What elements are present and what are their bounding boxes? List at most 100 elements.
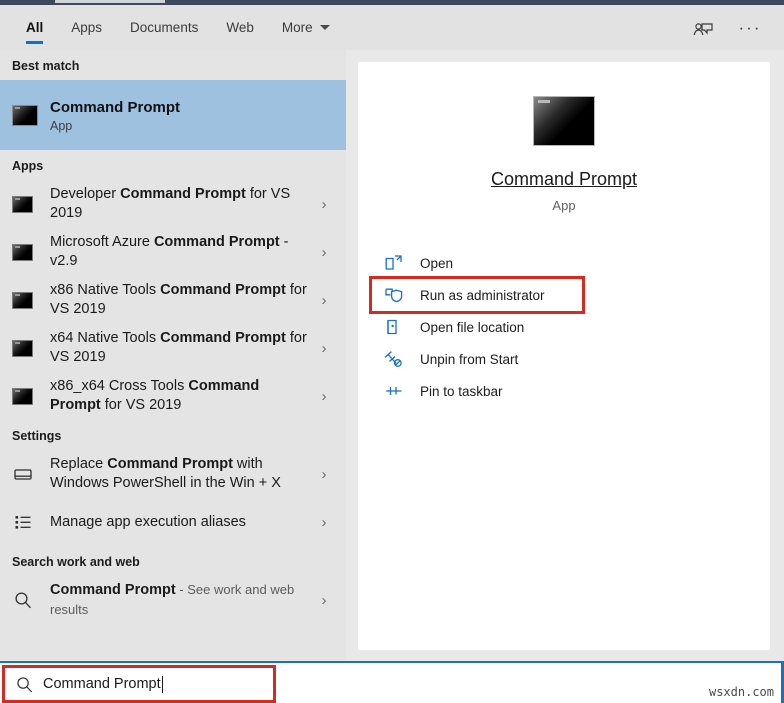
list-settings-icon [12, 511, 34, 533]
app-text-1: Microsoft Azure Command Prompt - v2.9 [44, 233, 310, 271]
shield-admin-icon [384, 286, 404, 304]
command-prompt-large-icon [533, 96, 595, 146]
action-unpin-from-start[interactable]: Unpin from Start [380, 343, 748, 375]
app-icon-wrap-4 [12, 387, 44, 405]
chevron-right-icon[interactable]: › [310, 466, 338, 483]
app-prefix-0: Developer [50, 186, 121, 202]
setting-title-0: Replace Command Prompt with Windows Powe… [50, 455, 310, 493]
command-prompt-icon [12, 104, 38, 126]
action-icon-wrap-unpin [380, 350, 420, 368]
list-item-app-2[interactable]: x86 Native Tools Command Prompt for VS 2… [0, 276, 346, 324]
list-item-app-1[interactable]: Microsoft Azure Command Prompt - v2.9 › [0, 228, 346, 276]
chevron-right-icon[interactable]: › [310, 292, 338, 309]
list-item-web-search[interactable]: Command Prompt - See work and web result… [0, 576, 346, 624]
chevron-right-icon[interactable]: › [310, 196, 338, 213]
app-prefix-2: x86 Native Tools [50, 282, 161, 298]
app-title-3: x64 Native Tools Command Prompt for VS 2… [50, 329, 310, 367]
command-prompt-icon [12, 243, 33, 261]
best-match-title: Command Prompt [50, 98, 181, 116]
section-header-best-match: Best match [12, 59, 80, 73]
text-cursor [161, 675, 163, 693]
chevron-right-icon[interactable]: › [310, 244, 338, 261]
app-suffix-4: for VS 2019 [100, 397, 182, 413]
action-open-file-location[interactable]: Open file location [380, 311, 748, 343]
app-title[interactable]: Command Prompt [491, 169, 637, 190]
action-icon-wrap-location [380, 318, 420, 336]
results-list-panel[interactable]: Best match Command Prompt App Apps Devel… [0, 50, 346, 660]
windows-search-window: All Apps Documents Web More ··· Best mat… [0, 0, 784, 703]
app-match-3: Command Prompt [160, 330, 286, 346]
list-item-setting-0[interactable]: Replace Command Prompt with Windows Powe… [0, 450, 346, 498]
chevron-down-icon [319, 25, 330, 30]
tab-documents[interactable]: Documents [116, 5, 212, 50]
app-actions-list: Open Run as administrator Open file loca… [358, 247, 770, 407]
tab-apps[interactable]: Apps [57, 5, 116, 50]
search-header: All Apps Documents Web More ··· [0, 5, 784, 50]
search-input-container[interactable]: Command Prompt [2, 665, 276, 703]
ellipsis-icon: ··· [738, 17, 762, 37]
header-actions: ··· [684, 11, 784, 45]
setting-text-0: Replace Command Prompt with Windows Powe… [44, 455, 310, 493]
list-item-app-3[interactable]: x64 Native Tools Command Prompt for VS 2… [0, 324, 346, 372]
chevron-right-icon[interactable]: › [310, 388, 338, 405]
action-icon-wrap-admin [380, 286, 420, 304]
list-item-setting-1[interactable]: Manage app execution aliases › [0, 498, 346, 546]
action-pin-to-taskbar[interactable]: Pin to taskbar [380, 375, 748, 407]
search-icon [5, 675, 43, 694]
action-run-as-administrator[interactable]: Run as administrator [369, 276, 585, 314]
app-icon-wrap-3 [12, 339, 44, 357]
action-label-open-file-location: Open file location [420, 319, 525, 335]
best-match-subtitle: App [50, 118, 73, 133]
app-title-1: Microsoft Azure Command Prompt - v2.9 [50, 233, 310, 271]
open-window-icon [384, 254, 404, 272]
chevron-right-icon[interactable]: › [310, 592, 338, 609]
app-prefix-4: x86_x64 Cross Tools [50, 378, 189, 394]
command-prompt-icon [12, 291, 33, 309]
result-icon-wrap [12, 104, 44, 126]
command-prompt-icon [12, 387, 33, 405]
search-input-value-wrap: Command Prompt [43, 675, 163, 693]
list-item-app-4[interactable]: x86_x64 Cross Tools Command Prompt for V… [0, 372, 346, 420]
setting-match-0: Command Prompt [107, 456, 233, 472]
setting-prefix-0: Replace [50, 456, 108, 472]
tab-web[interactable]: Web [212, 5, 268, 50]
tab-all[interactable]: All [12, 5, 57, 50]
app-text-3: x64 Native Tools Command Prompt for VS 2… [44, 329, 310, 367]
chevron-right-icon[interactable]: › [310, 340, 338, 357]
app-prefix-1: Microsoft Azure [50, 234, 154, 250]
section-header-apps: Apps [12, 159, 44, 173]
folder-location-icon [384, 318, 404, 336]
tab-web-label: Web [226, 20, 254, 35]
setting-title-1: Manage app execution aliases [50, 513, 246, 530]
search-input[interactable]: Command Prompt [43, 676, 161, 692]
app-preview: Command Prompt App [358, 62, 770, 213]
pin-taskbar-icon [384, 382, 404, 400]
window-top-nub [55, 0, 165, 3]
app-match-1: Command Prompt [153, 234, 280, 250]
action-open[interactable]: Open [380, 247, 748, 279]
result-best-match-command-prompt[interactable]: Command Prompt App [0, 80, 346, 150]
app-text-2: x86 Native Tools Command Prompt for VS 2… [44, 281, 310, 319]
app-icon-wrap-1 [12, 243, 44, 261]
more-options-button[interactable]: ··· [730, 11, 770, 45]
tab-more[interactable]: More [268, 5, 344, 50]
action-label-pin-to-taskbar: Pin to taskbar [420, 383, 503, 399]
app-prefix-3: x64 Native Tools [50, 330, 161, 346]
tab-all-label: All [26, 20, 44, 35]
app-text-4: x86_x64 Cross Tools Command Prompt for V… [44, 377, 310, 415]
feedback-button[interactable] [684, 11, 724, 45]
app-text-0: Developer Command Prompt for VS 2019 [44, 185, 310, 223]
command-prompt-icon [12, 195, 33, 213]
web-match: Command Prompt [50, 582, 176, 598]
setting-icon-wrap-0 [12, 463, 44, 485]
app-match-2: Command Prompt [160, 282, 286, 298]
watermark: wsxdn.com [708, 685, 774, 699]
app-title-2: x86 Native Tools Command Prompt for VS 2… [50, 281, 310, 319]
action-label-open: Open [420, 255, 454, 271]
list-item-app-0[interactable]: Developer Command Prompt for VS 2019 › [0, 180, 346, 228]
chevron-right-icon[interactable]: › [310, 514, 338, 531]
section-header-search-work-and-web: Search work and web [12, 555, 140, 569]
setting-text-1: Manage app execution aliases [44, 513, 310, 532]
app-title-0: Developer Command Prompt for VS 2019 [50, 185, 310, 223]
search-icon [12, 589, 34, 611]
